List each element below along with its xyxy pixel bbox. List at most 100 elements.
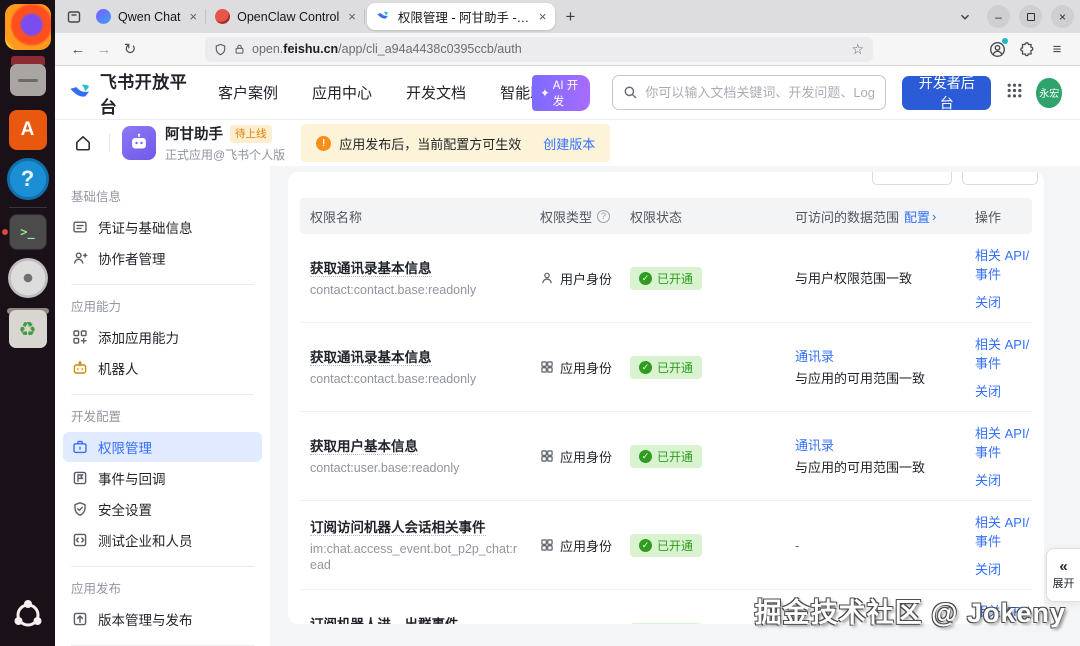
url-field[interactable]: open.feishu.cn/app/cli_a94a4438c0395ccb/…: [205, 36, 873, 62]
nav-dev-docs[interactable]: 开发文档: [406, 82, 466, 103]
sidebar-item-test-users[interactable]: 测试企业和人员: [63, 525, 262, 555]
status-label: 已开通: [657, 538, 694, 553]
permission-row: 获取用户基本信息 contact:user.base:readonly 应用身份 ✓ 已…: [300, 412, 1032, 501]
bookmark-star-icon[interactable]: ☆: [851, 41, 864, 58]
tab-qwen-chat[interactable]: Qwen Chat ×: [87, 3, 207, 30]
ubuntu-software-icon[interactable]: A: [8, 110, 47, 150]
scope-cell: 通讯录 与应用的可用范围一致: [795, 347, 975, 388]
search-input[interactable]: [645, 85, 875, 100]
robot-icon: [72, 360, 88, 376]
firefox-view-icon[interactable]: [61, 4, 87, 30]
window-close-button[interactable]: ×: [1051, 5, 1074, 28]
status-label: 已开通: [657, 360, 694, 375]
close-permission-link[interactable]: 关闭: [975, 559, 1001, 578]
test-icon: [72, 532, 88, 548]
menu-icon[interactable]: ≡: [1044, 36, 1070, 62]
check-icon: ✓: [639, 271, 652, 285]
col-type: 权限类型: [540, 207, 630, 226]
status-badge: ✓ 已开通: [630, 444, 703, 468]
app-grid-icon[interactable]: [1006, 82, 1023, 104]
app-subtitle: 正式应用@飞书个人版: [165, 148, 286, 162]
tabs-dropdown-icon[interactable]: [952, 4, 978, 30]
help-icon[interactable]: ?: [6, 158, 49, 200]
new-tab-button[interactable]: +: [557, 4, 583, 30]
back-icon[interactable]: ←: [65, 36, 91, 62]
app-identity-icon: [540, 360, 554, 374]
watermark: 掘金技术社区 @ Jokeny: [754, 598, 1066, 628]
scope-link[interactable]: 通讯录: [795, 436, 975, 455]
create-version-link[interactable]: 创建版本: [543, 134, 595, 153]
forward-icon[interactable]: →: [91, 36, 117, 62]
clipped-filter-button[interactable]: [872, 172, 952, 185]
table-rows: 获取通讯录基本信息 contact:contact.base:readonly 用户…: [300, 234, 1032, 624]
toolbar-right: ≡: [984, 36, 1070, 62]
sidebar-item-permissions[interactable]: 权限管理: [63, 432, 262, 462]
permission-name-cell: 获取用户基本信息 contact:user.base:readonly: [310, 437, 540, 476]
tab-close-icon[interactable]: ×: [539, 9, 547, 24]
sidebar-item-label: 事件与回调: [98, 472, 166, 487]
tab-feishu-permissions[interactable]: 权限管理 - 阿甘助手 - 开发 ×: [366, 3, 556, 30]
sidebar-item-version-release[interactable]: 版本管理与发布: [63, 604, 262, 634]
related-api-link[interactable]: 相关 API/事件: [975, 245, 1032, 283]
window-maximize-button[interactable]: [1019, 5, 1042, 28]
sidebar-item-events-callbacks[interactable]: 事件与回调: [63, 463, 262, 493]
close-permission-link[interactable]: 关闭: [975, 292, 1001, 311]
col-status: 权限状态: [630, 209, 683, 225]
sidebar-item-security-settings[interactable]: 安全设置: [63, 494, 262, 524]
close-permission-link[interactable]: 关闭: [975, 470, 1001, 489]
show-apps-icon[interactable]: [9, 596, 47, 634]
lock-icon: [235, 44, 244, 54]
home-icon[interactable]: [69, 129, 97, 157]
related-api-link[interactable]: 相关 API/事件: [975, 334, 1032, 372]
user-avatar[interactable]: 永宏: [1036, 77, 1062, 108]
brand[interactable]: 飞书开放平台: [69, 68, 188, 118]
scope-link[interactable]: 通讯录: [795, 347, 975, 366]
permission-name-cell: 获取通讯录基本信息 contact:contact.base:readonly: [310, 348, 540, 387]
header-search[interactable]: [612, 75, 886, 110]
tab-close-icon[interactable]: ×: [348, 9, 356, 24]
nav-app-center[interactable]: 应用中心: [312, 82, 372, 103]
terminal-running-dot: [2, 229, 8, 235]
related-api-link[interactable]: 相关 API/事件: [975, 423, 1032, 461]
sidebar-item-collaborators[interactable]: 协作者管理: [63, 243, 262, 273]
security-icon: [72, 501, 88, 517]
browser-chrome: Qwen Chat × OpenClaw Control × 权限管理 - 阿甘助手 -…: [55, 0, 1080, 66]
sidebar-item-credentials[interactable]: 凭证与基础信息: [63, 212, 262, 242]
terminal-icon[interactable]: >_: [8, 214, 47, 250]
ai-dev-badge: ✦ AI 开发: [532, 74, 591, 111]
reload-icon[interactable]: ↻: [117, 36, 143, 62]
trash-icon[interactable]: [8, 310, 47, 348]
identity-label: 应用身份: [560, 449, 613, 465]
developer-console-button[interactable]: 开发者后台: [901, 75, 992, 111]
app-identity-icon: [540, 449, 554, 463]
tab-title: 权限管理 - 阿甘助手 - 开发: [397, 11, 530, 25]
sidebar-item-bot[interactable]: 机器人: [63, 353, 262, 383]
status-cell: ✓ 已开通: [630, 444, 795, 468]
app-avatar: [122, 126, 156, 160]
main-area: 权限名称 权限类型 权限状态 可访问的数据范围配置› 操作 获取通讯录基本信息 c…: [270, 166, 1080, 646]
sidebar-item-label: 协作者管理: [98, 252, 166, 267]
tab-close-icon[interactable]: ×: [190, 9, 198, 24]
nav-customer-cases[interactable]: 客户案例: [218, 82, 278, 103]
account-icon[interactable]: [984, 36, 1010, 62]
related-api-link[interactable]: 相关 API/事件: [975, 512, 1032, 550]
sidebar-item-label: 权限管理: [98, 441, 152, 456]
files-icon[interactable]: [9, 64, 46, 96]
status-cell: ✓ 已开通: [630, 355, 795, 379]
permission-code: im:chat.access_event.bot_p2p_chat:read: [310, 541, 518, 572]
feishu-page: 飞书开放平台 客户案例应用中心开发文档智能助手 ✦AI 开发 开发者后台 永宏: [55, 66, 1080, 646]
extensions-icon[interactable]: [1014, 36, 1040, 62]
sidebar-item-add-capability[interactable]: 添加应用能力: [63, 322, 262, 352]
tab-openclaw-control[interactable]: OpenClaw Control ×: [206, 3, 365, 30]
help-circle-icon[interactable]: [597, 209, 611, 223]
col-scope: 可访问的数据范围 配置 ›: [795, 207, 937, 226]
scope-config-link[interactable]: 配置 ›: [904, 207, 936, 226]
disc-icon[interactable]: [7, 258, 48, 298]
firefox-icon[interactable]: [4, 4, 51, 50]
window-minimize-button[interactable]: –: [987, 5, 1010, 28]
scope-cell: -: [795, 536, 975, 555]
sidebar-item-label: 添加应用能力: [98, 331, 179, 346]
clipped-filter-button[interactable]: [962, 172, 1038, 185]
site-header: 飞书开放平台 客户案例应用中心开发文档智能助手 ✦AI 开发 开发者后台 永宏: [55, 66, 1080, 120]
close-permission-link[interactable]: 关闭: [975, 381, 1001, 400]
